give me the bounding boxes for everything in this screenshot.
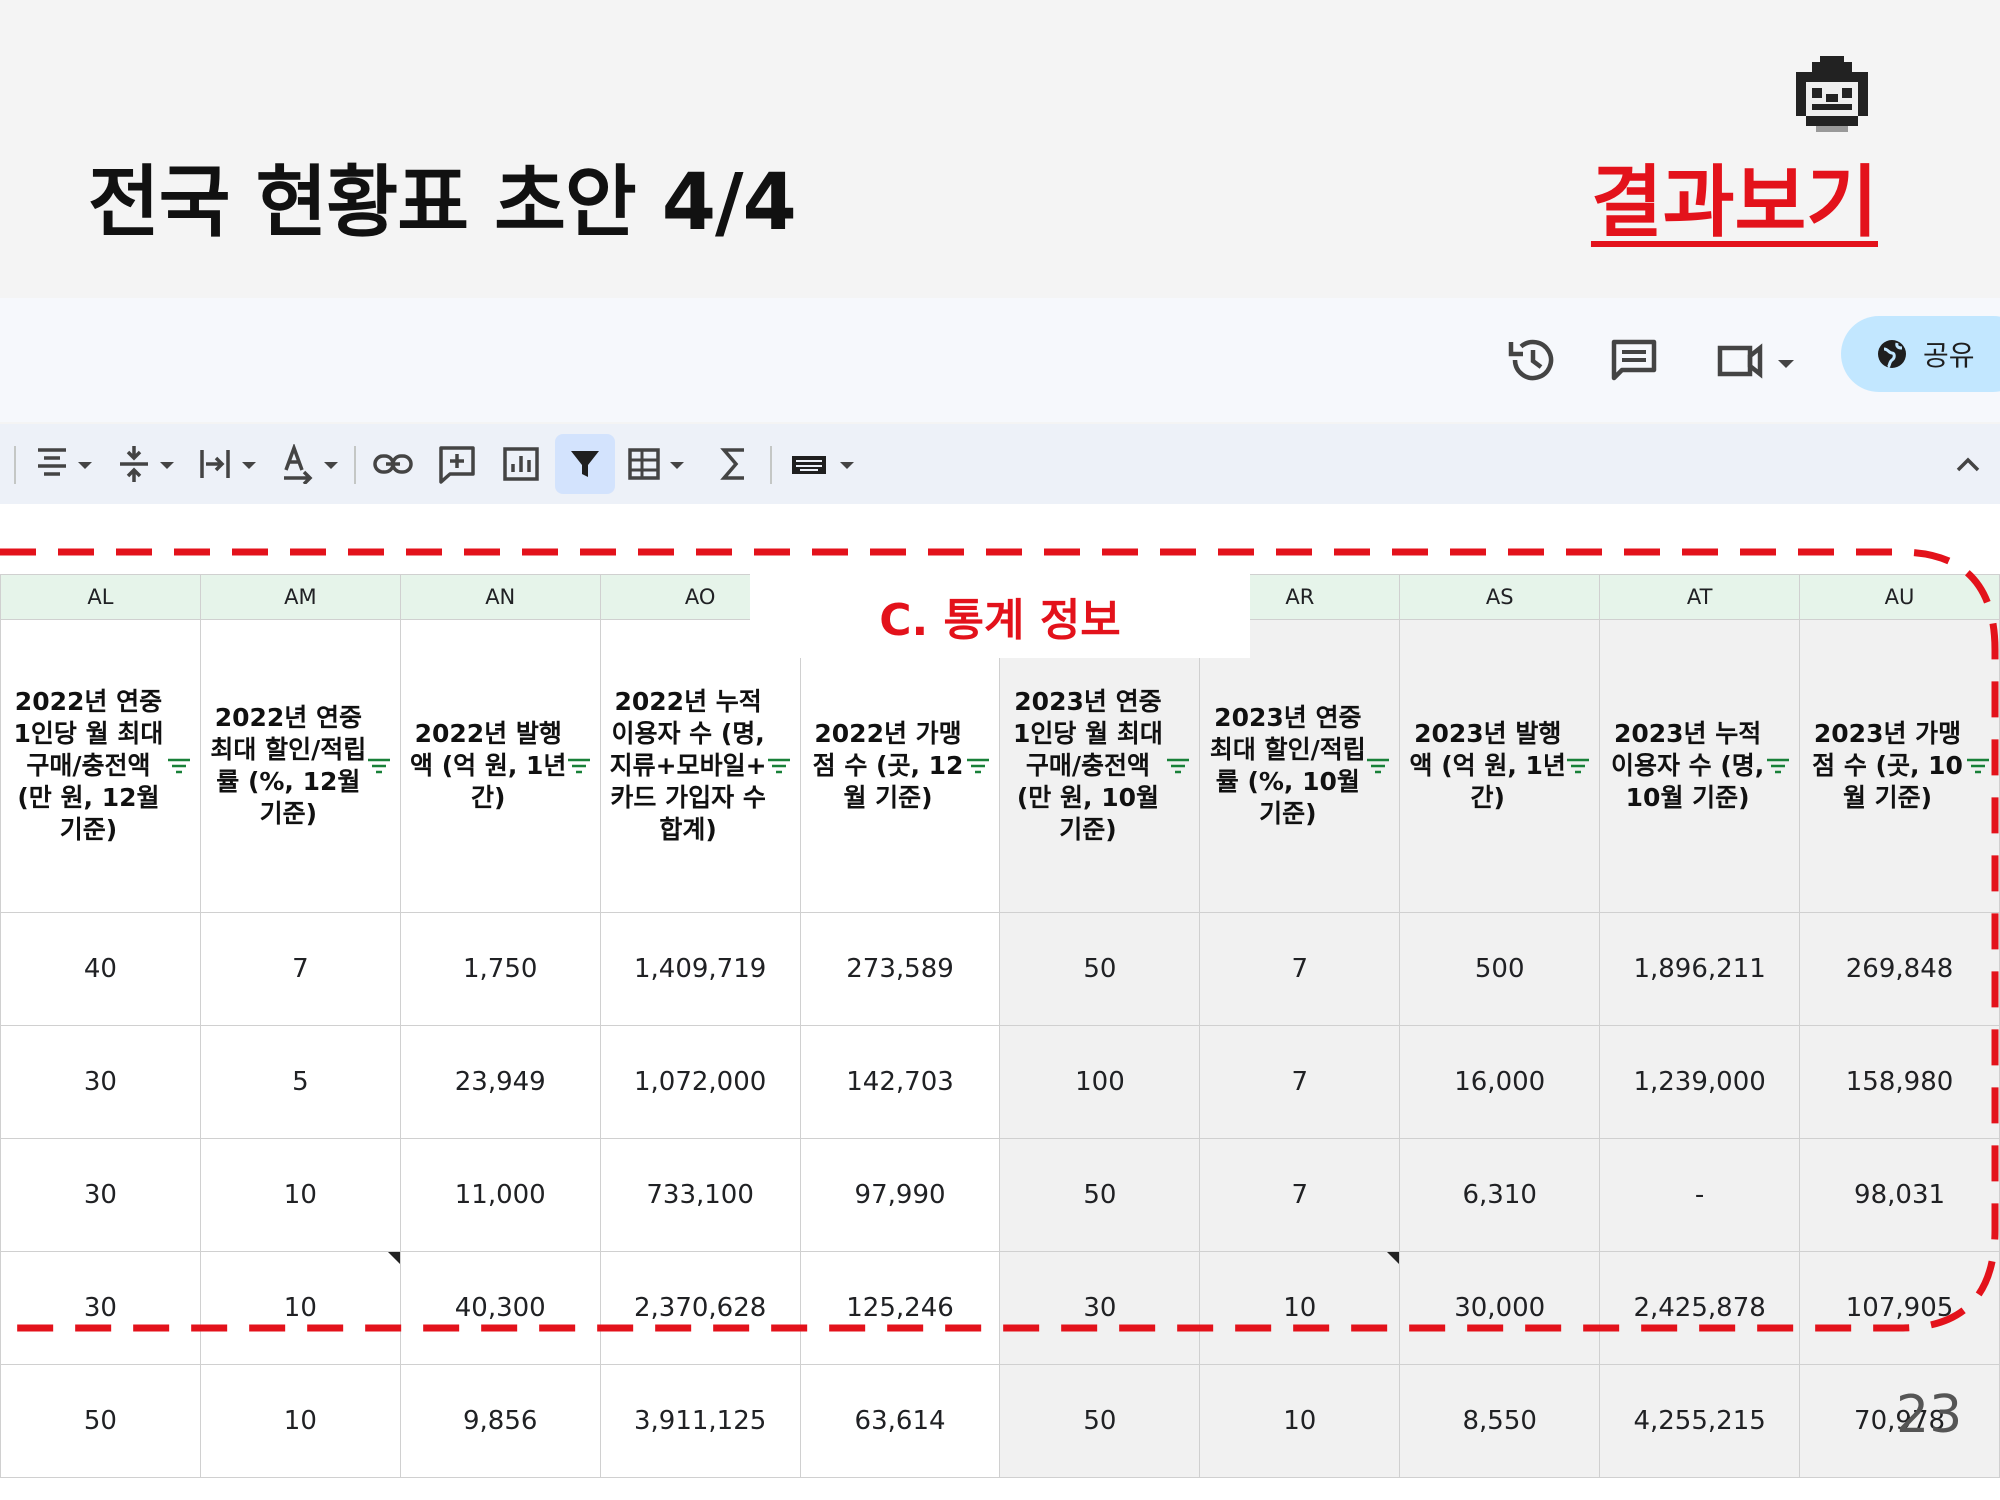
highlight-dashed-border xyxy=(0,548,1999,1332)
page-number: 23 xyxy=(1896,1385,1963,1445)
